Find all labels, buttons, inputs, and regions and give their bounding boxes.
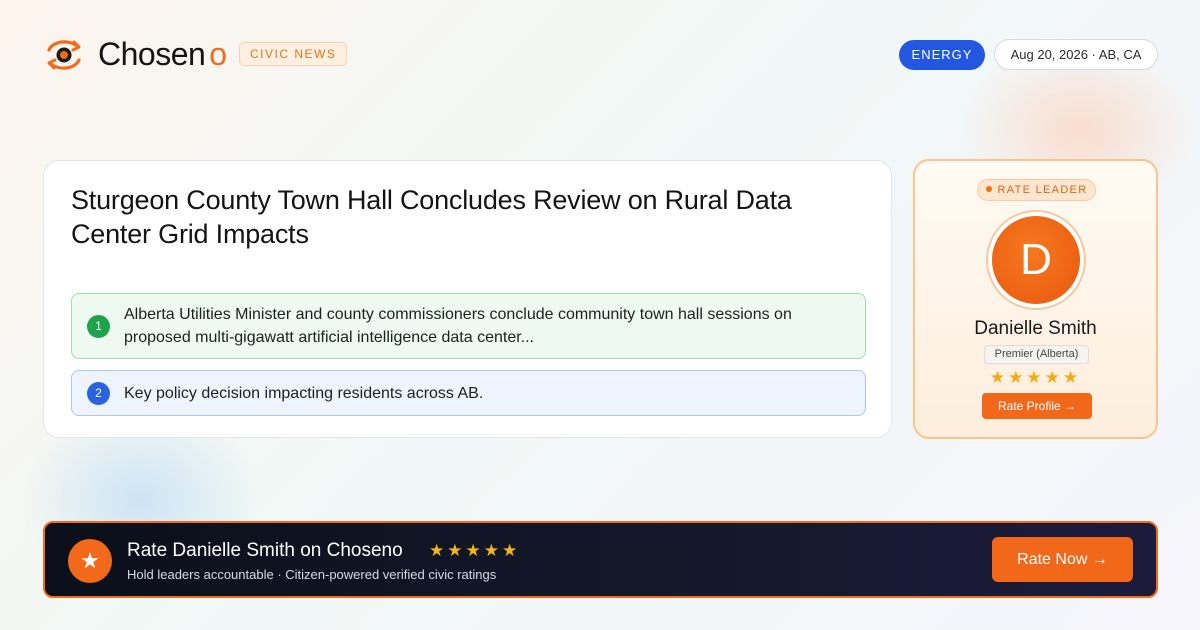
star-rating: ★★★★★ bbox=[989, 368, 1082, 387]
banner-title: Rate Danielle Smith on Choseno bbox=[127, 540, 403, 561]
leader-card: RATE LEADER D Danielle Smith Premier (Al… bbox=[913, 159, 1158, 439]
brand-name: Chosen bbox=[98, 36, 206, 72]
date-location-pill: Aug 20, 2026 · AB, CA bbox=[994, 39, 1158, 70]
point-text: Key policy decision impacting residents … bbox=[124, 384, 484, 402]
rate-leader-label: RATE LEADER bbox=[997, 184, 1088, 196]
avatar-ring: D bbox=[986, 210, 1086, 310]
article-card: Sturgeon County Town Hall Concludes Revi… bbox=[43, 160, 892, 438]
eye-arrows-icon bbox=[47, 39, 81, 70]
banner-star-rating: ★★★★★ bbox=[429, 541, 521, 560]
banner-subtitle: Hold leaders accountable · Citizen-power… bbox=[127, 567, 497, 582]
category-pill[interactable]: ENERGY bbox=[899, 40, 985, 70]
key-point-2: 2 Key policy decision impacting resident… bbox=[71, 370, 866, 416]
civic-news-badge: CIVIC NEWS bbox=[239, 42, 348, 66]
star-icon: ★ bbox=[68, 539, 112, 583]
key-point-1: 1 Alberta Utilities Minister and county … bbox=[71, 293, 866, 359]
point-number-badge: 1 bbox=[87, 314, 110, 338]
avatar[interactable]: D bbox=[992, 216, 1080, 304]
leader-role-badge: Premier (Alberta) bbox=[984, 345, 1089, 364]
dot-icon bbox=[985, 186, 992, 193]
point-number-badge: 2 bbox=[87, 381, 110, 405]
rate-now-button[interactable]: Rate Now → bbox=[992, 537, 1133, 582]
article-headline[interactable]: Sturgeon County Town Hall Concludes Revi… bbox=[71, 183, 861, 251]
leader-name: Danielle Smith bbox=[974, 318, 1097, 339]
rate-profile-button[interactable]: Rate Profile → bbox=[982, 393, 1092, 419]
rate-banner: ★ Rate Danielle Smith on Choseno ★★★★★ H… bbox=[43, 521, 1158, 598]
rate-leader-tag: RATE LEADER bbox=[977, 179, 1096, 201]
brand-accent: o bbox=[209, 36, 228, 72]
point-text: Alberta Utilities Minister and county co… bbox=[124, 306, 792, 346]
brand-logo[interactable]: Chosen o bbox=[44, 36, 227, 73]
